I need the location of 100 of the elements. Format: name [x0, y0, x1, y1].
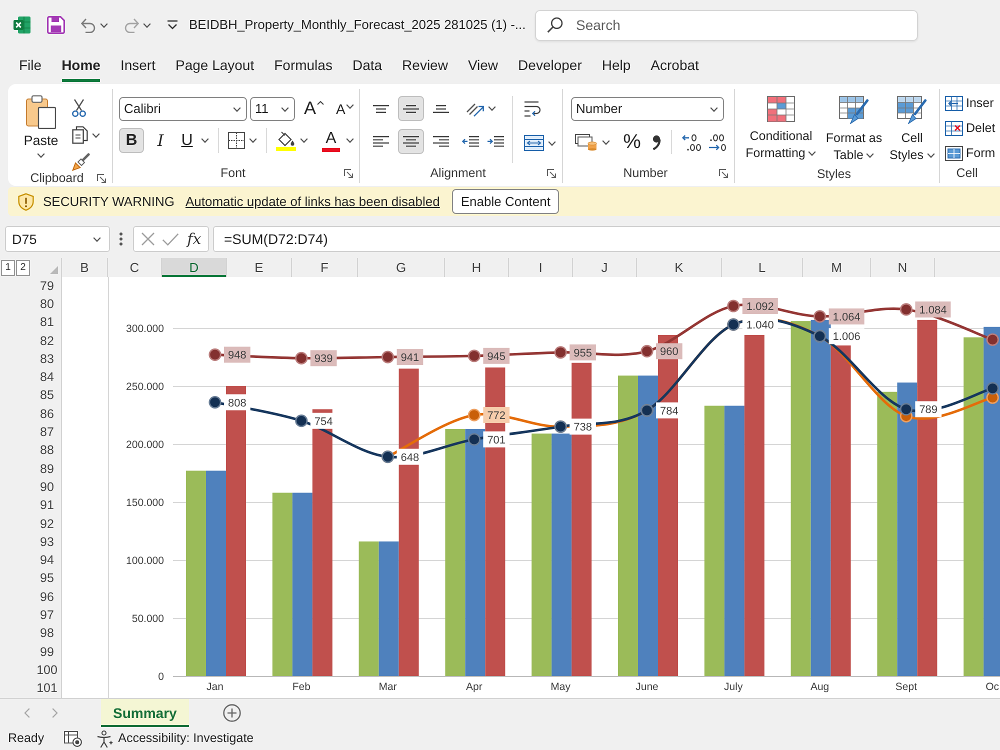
row-header[interactable]: 84	[33, 368, 61, 387]
add-icon[interactable]	[222, 704, 241, 722]
row-header[interactable]: 96	[33, 588, 61, 606]
increase-decimal-icon[interactable]	[682, 134, 702, 150]
insert-button[interactable]: Inser	[944, 95, 1000, 112]
caret-icon[interactable]	[100, 22, 108, 28]
launcher-arrow-icon[interactable]	[344, 168, 353, 178]
ribbon-tab[interactable]: Data	[343, 50, 392, 82]
row-header[interactable]: 101	[33, 680, 61, 698]
search-field[interactable]: Search	[535, 10, 918, 40]
caret-icon[interactable]	[346, 138, 354, 143]
row-header[interactable]: 95	[33, 570, 61, 588]
row-header[interactable]: 80	[33, 295, 61, 314]
row-header[interactable]: 100	[33, 661, 61, 680]
font-size-dropdown[interactable]: 11	[250, 97, 295, 121]
caret-icon[interactable]	[300, 138, 308, 143]
row-header[interactable]: 94	[33, 551, 61, 570]
merge-cells-icon[interactable]	[524, 135, 544, 151]
cell-styles-button[interactable]: Cell Styles	[885, 92, 939, 165]
ribbon-tab[interactable]: View	[458, 50, 508, 82]
insert-function-button[interactable]: fx	[187, 232, 202, 246]
ribbon-tab[interactable]: Review	[393, 50, 457, 82]
align-middle-button[interactable]	[398, 96, 424, 121]
save-icon[interactable]	[47, 16, 65, 34]
number-format-dropdown[interactable]: Number	[571, 97, 724, 121]
name-box[interactable]: D75	[5, 226, 110, 252]
row-header[interactable]: 92	[33, 514, 61, 534]
caret-icon[interactable]	[488, 106, 496, 111]
row-header[interactable]: 82	[33, 332, 61, 350]
launcher-arrow-icon[interactable]	[547, 168, 556, 178]
column-header[interactable]: D	[162, 258, 227, 277]
message-link[interactable]: Automatic update of links has been disabled	[185, 194, 440, 210]
ribbon-tab[interactable]: Help	[592, 50, 640, 82]
increase-indent-icon[interactable]	[487, 136, 504, 147]
row-header[interactable]: 90	[33, 478, 61, 497]
caret-icon[interactable]	[201, 138, 209, 143]
row-header[interactable]: 79	[33, 277, 61, 296]
delete-button[interactable]: Delet	[944, 120, 1000, 137]
check-icon[interactable]	[162, 232, 180, 246]
caret-icon[interactable]	[92, 132, 100, 138]
fill-bucket-icon[interactable]	[276, 130, 296, 150]
bold-button[interactable]: B	[119, 128, 144, 153]
money-icon[interactable]	[575, 133, 597, 151]
percent-button[interactable]: %	[621, 130, 643, 154]
accessibility-button[interactable]: Accessibility: Investigate	[96, 730, 254, 748]
decrease-indent-icon[interactable]	[462, 136, 479, 147]
caret-icon[interactable]	[602, 140, 610, 144]
row-header[interactable]: 89	[33, 460, 61, 478]
ribbon-tab[interactable]: Insert	[111, 50, 164, 82]
underline-button[interactable]: U	[177, 128, 197, 153]
row-header[interactable]: 97	[33, 606, 61, 625]
diagonal-arrow-icon[interactable]	[466, 100, 484, 116]
ribbon-tab[interactable]: File	[10, 50, 51, 82]
row-header[interactable]: 86	[33, 405, 61, 424]
ribbon-tab[interactable]: Developer	[509, 50, 591, 82]
sheet-tab[interactable]: Summary	[101, 699, 189, 727]
row-header[interactable]: 91	[33, 496, 61, 515]
caret-icon[interactable]	[93, 236, 101, 242]
format-button[interactable]: Form	[944, 145, 1000, 162]
row-header[interactable]: 88	[33, 442, 61, 460]
formula-field[interactable]: =SUM(D72:D74)	[213, 226, 1000, 252]
scissors-icon[interactable]	[72, 99, 86, 117]
grow-font-button[interactable]: A	[303, 97, 326, 121]
undo-icon[interactable]	[81, 18, 96, 32]
font-name-dropdown[interactable]: Calibri	[119, 97, 247, 121]
ribbon-tab[interactable]: Formulas	[265, 50, 342, 82]
row-header[interactable]: 93	[33, 533, 61, 552]
row-header[interactable]: 83	[33, 350, 61, 368]
menu-caret-icon[interactable]	[167, 20, 178, 30]
borders-icon[interactable]	[228, 132, 245, 149]
paintbrush-icon[interactable]	[72, 153, 90, 171]
cross-icon[interactable]	[140, 232, 155, 246]
ribbon-tab[interactable]: Page Layout	[166, 50, 264, 82]
decrease-decimal-icon[interactable]	[707, 134, 727, 150]
row-header[interactable]: 98	[33, 624, 61, 643]
row-header[interactable]: 87	[33, 423, 61, 442]
conditional-formatting-button[interactable]: Conditional Formatting	[739, 92, 823, 165]
row-header[interactable]: 85	[33, 386, 61, 406]
shrink-font-button[interactable]: A	[335, 100, 356, 118]
caret-icon[interactable]	[143, 22, 151, 28]
row-header[interactable]: 81	[33, 314, 61, 332]
caret-icon[interactable]	[548, 140, 556, 146]
align-center-button[interactable]	[398, 129, 424, 154]
copy-icon[interactable]	[72, 126, 88, 144]
font-color-button[interactable]: A	[320, 128, 342, 152]
format-as-table-button[interactable]: Format as Table	[823, 92, 885, 165]
row-header[interactable]: 99	[33, 642, 61, 662]
record-icon[interactable]	[64, 730, 82, 746]
italic-button[interactable]: I	[148, 128, 173, 153]
wrap-text-icon[interactable]	[524, 101, 542, 117]
launcher-arrow-icon[interactable]	[97, 174, 106, 183]
caret-icon[interactable]	[249, 138, 257, 143]
comma-icon[interactable]	[652, 134, 661, 150]
outline-level-button[interactable]: 2	[16, 260, 30, 276]
ribbon-tab[interactable]: Acrobat	[642, 50, 708, 82]
launcher-arrow-icon[interactable]	[719, 168, 728, 178]
paste-button[interactable]: Paste	[18, 92, 64, 164]
enable-content-button[interactable]: Enable Content	[452, 189, 560, 214]
more-options-icon[interactable]	[119, 232, 123, 246]
outline-level-button[interactable]: 1	[1, 260, 15, 276]
